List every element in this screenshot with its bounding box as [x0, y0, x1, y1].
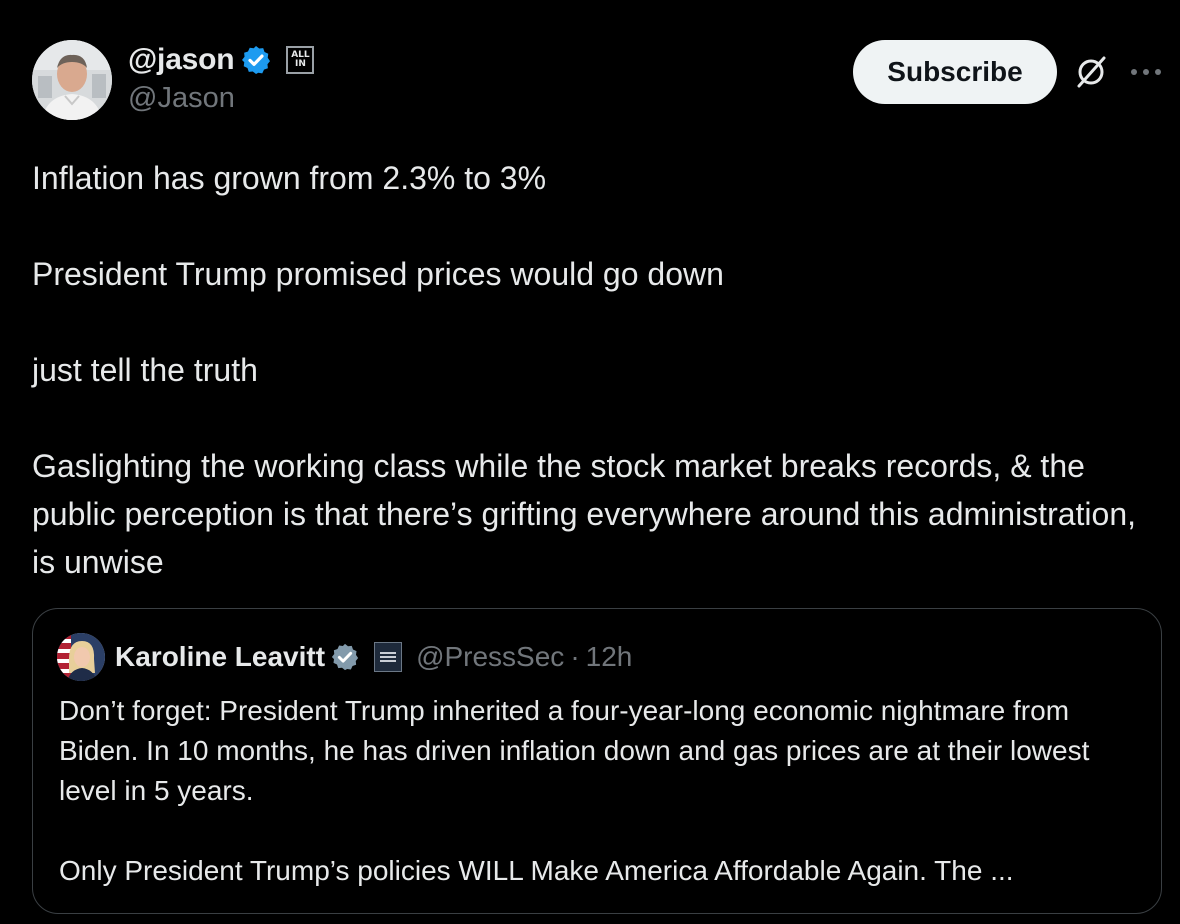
quoted-author-avatar[interactable] [57, 633, 105, 681]
tweet-paragraph: just tell the truth [32, 352, 258, 388]
white-house-badge-icon[interactable] [374, 642, 403, 672]
author-display-name[interactable]: @jason [128, 43, 235, 77]
verified-gray-badge-icon[interactable] [330, 642, 360, 672]
tweet-paragraph: President Trump promised prices would go… [32, 256, 724, 292]
subscribe-button[interactable]: Subscribe [853, 40, 1057, 104]
quoted-paragraph: Don’t forget: President Trump inherited … [59, 695, 1090, 806]
grok-icon[interactable] [1074, 55, 1108, 89]
quoted-display-name[interactable]: Karoline Leavitt [115, 641, 325, 673]
quoted-timestamp[interactable]: 12h [586, 641, 633, 673]
tweet-paragraph: Gaslighting the working class while the … [32, 448, 1136, 580]
all-in-affiliation-icon[interactable]: ALL IN [286, 46, 315, 74]
author-name-row: @jason ALL IN [128, 42, 315, 78]
tweet-paragraph: Inflation has grown from 2.3% to 3% [32, 160, 547, 196]
separator-dot: · [570, 641, 580, 672]
quoted-header: Karoline Leavitt @PressSec · 12h [115, 637, 632, 677]
tweet: @jason ALL IN @Jason Subscribe Inflation… [0, 0, 1180, 924]
author-handle[interactable]: @Jason [128, 82, 235, 115]
affiliation-line2: IN [294, 59, 306, 69]
quoted-handle[interactable]: @PressSec [416, 641, 564, 673]
tweet-text: Inflation has grown from 2.3% to 3% Pres… [32, 154, 1152, 586]
quoted-text: Don’t forget: President Trump inherited … [59, 691, 1139, 891]
author-avatar[interactable] [32, 40, 112, 120]
quoted-paragraph: Only President Trump’s policies WILL Mak… [59, 855, 1014, 886]
quoted-tweet[interactable]: Karoline Leavitt @PressSec · 12h Don’t f… [32, 608, 1162, 914]
verified-badge-icon[interactable] [240, 44, 272, 76]
more-options-icon[interactable] [1128, 60, 1164, 84]
